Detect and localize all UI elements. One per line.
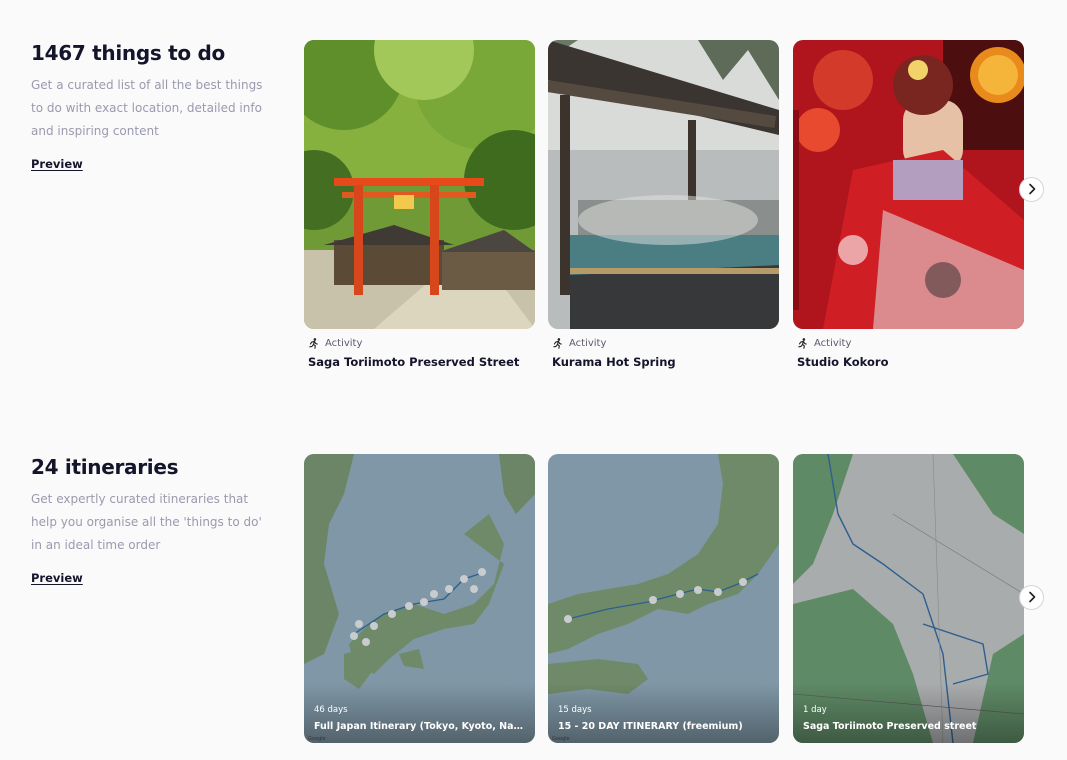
things-intro: 1467 things to do Get a curated list of … (31, 40, 271, 172)
itinerary-map[interactable]: 1 day Saga Toriimoto Preserved street (793, 454, 1024, 743)
itinerary-card[interactable]: 46 days Full Japan Itinerary (Tokyo, Kyo… (304, 454, 535, 743)
itineraries-intro: 24 itineraries Get expertly curated itin… (31, 454, 271, 586)
itinerary-title[interactable]: 15 - 20 DAY ITINERARY (freemium) (558, 721, 770, 732)
card-meta: Activity (304, 338, 535, 349)
itinerary-title[interactable]: Full Japan Itinerary (Tokyo, Kyoto, Naga… (314, 721, 526, 732)
card-meta: Activity (548, 338, 779, 349)
next-button[interactable] (1019, 585, 1044, 610)
chevron-right-icon (1027, 588, 1037, 607)
card-category: Activity (814, 338, 852, 349)
card-title[interactable]: Saga Toriimoto Preserved Street (304, 355, 535, 369)
running-person-icon (552, 338, 563, 349)
things-preview-link[interactable]: Preview (31, 157, 83, 171)
itinerary-map[interactable]: 15 days 15 - 20 DAY ITINERARY (freemium)… (548, 454, 779, 743)
chevron-right-icon (1027, 180, 1037, 199)
activity-card-image[interactable] (548, 40, 779, 329)
card-title[interactable]: Studio Kokoro (793, 355, 1024, 369)
itinerary-map[interactable]: 46 days Full Japan Itinerary (Tokyo, Kyo… (304, 454, 535, 743)
itineraries-title: 24 itineraries (31, 455, 179, 479)
map-brand: Google (308, 736, 326, 742)
itineraries-preview-link[interactable]: Preview (31, 571, 83, 585)
activity-card[interactable]: Activity Studio Kokoro (793, 40, 1024, 369)
activity-card[interactable]: Activity Saga Toriimoto Preserved Street (304, 40, 535, 369)
things-title: 1467 things to do (31, 41, 225, 65)
card-title[interactable]: Kurama Hot Spring (548, 355, 779, 369)
card-meta: Activity (793, 338, 1024, 349)
next-button[interactable] (1019, 177, 1044, 202)
itinerary-title[interactable]: Saga Toriimoto Preserved street (803, 721, 1015, 732)
itineraries-section: 24 itineraries Get expertly curated itin… (0, 414, 1067, 760)
card-category: Activity (569, 338, 607, 349)
activity-card-image[interactable] (304, 40, 535, 329)
itinerary-duration: 46 days (314, 705, 348, 715)
itinerary-duration: 15 days (558, 705, 592, 715)
things-to-do-section: 1467 things to do Get a curated list of … (0, 0, 1067, 400)
itinerary-card[interactable]: 1 day Saga Toriimoto Preserved street (793, 454, 1024, 743)
things-description: Get a curated list of all the best thing… (31, 78, 263, 138)
card-category: Activity (325, 338, 363, 349)
activity-card[interactable]: Activity Kurama Hot Spring (548, 40, 779, 369)
activity-card-image[interactable] (793, 40, 1024, 329)
itinerary-duration: 1 day (803, 705, 827, 715)
running-person-icon (308, 338, 319, 349)
itinerary-card[interactable]: 15 days 15 - 20 DAY ITINERARY (freemium)… (548, 454, 779, 743)
running-person-icon (797, 338, 808, 349)
itineraries-description: Get expertly curated itineraries that he… (31, 492, 262, 552)
map-brand: Google (552, 736, 570, 742)
